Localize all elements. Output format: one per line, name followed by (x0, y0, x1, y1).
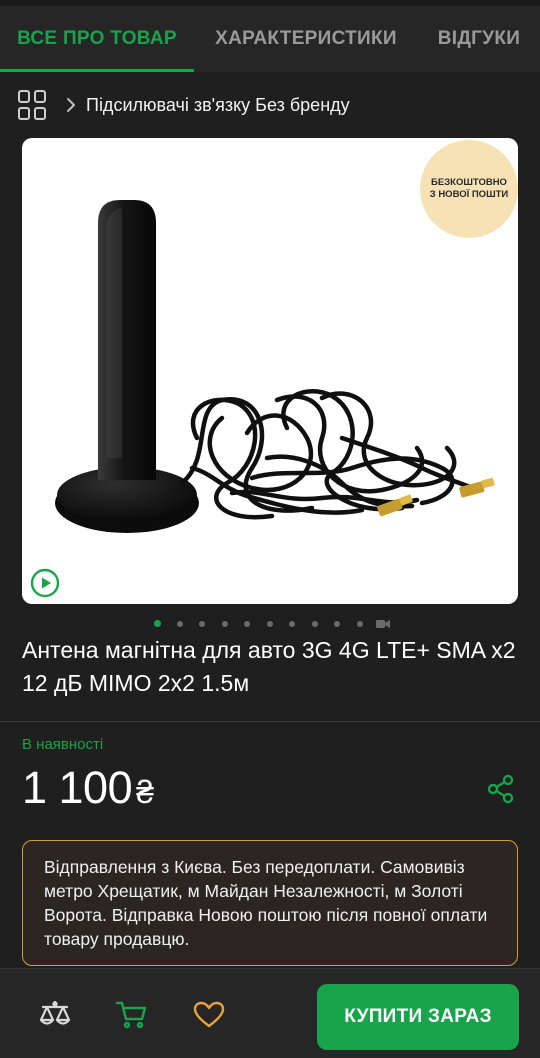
price-currency: ₴ (136, 774, 154, 810)
seller-note: Відправлення з Києва. Без передоплати. С… (22, 840, 518, 966)
carousel-dot[interactable] (221, 621, 228, 627)
breadcrumb: Підсилювачі зв'язку Без бренду (18, 88, 350, 122)
video-camera-icon[interactable] (376, 619, 390, 629)
share-icon[interactable] (486, 774, 516, 804)
carousel-dot[interactable] (266, 621, 273, 627)
tab-all-about-product[interactable]: ВСЕ ПРО ТОВАР (0, 6, 194, 72)
product-price: 1 100 ₴ (22, 762, 154, 814)
play-video-icon[interactable] (30, 568, 60, 598)
divider (0, 721, 540, 722)
breadcrumb-category[interactable]: Підсилювачі зв'язку Без бренду (86, 95, 350, 116)
grid-icon[interactable] (18, 90, 48, 120)
carousel-dot[interactable] (356, 621, 363, 627)
product-tabs: ВСЕ ПРО ТОВАР ХАРАКТЕРИСТИКИ ВІДГУКИ (0, 6, 540, 72)
heart-icon[interactable] (192, 999, 226, 1031)
carousel-dot[interactable] (334, 621, 340, 627)
product-title: Антена магнітна для авто 3G 4G LTE+ SMA … (22, 637, 516, 696)
price-value: 1 100 (22, 762, 133, 813)
compare-icon[interactable] (38, 999, 72, 1031)
carousel-dot[interactable] (289, 621, 295, 627)
tab-reviews[interactable]: ВІДГУКИ (418, 6, 540, 72)
product-photo[interactable]: БЕЗКОШТОВНО З НОВОЇ ПОШТИ (22, 138, 518, 604)
carousel-dot[interactable] (199, 621, 205, 627)
tab-characteristics[interactable]: ХАРАКТЕРИСТИКИ (194, 6, 418, 72)
buy-now-button[interactable]: КУПИТИ ЗАРАЗ (317, 984, 519, 1050)
carousel-dot[interactable] (176, 621, 183, 627)
promo-line-2: З НОВОЇ ПОШТИ (429, 189, 509, 200)
cart-icon[interactable] (114, 999, 148, 1031)
carousel-dot[interactable] (154, 620, 161, 627)
stock-status: В наявності (22, 736, 104, 753)
bottom-action-bar: КУПИТИ ЗАРАЗ (0, 968, 540, 1058)
free-delivery-badge: БЕЗКОШТОВНО З НОВОЇ ПОШТИ (420, 140, 518, 238)
carousel-dot[interactable] (244, 621, 250, 627)
image-carousel-dots (0, 618, 540, 630)
carousel-dot[interactable] (311, 621, 318, 627)
chevron-right-icon (67, 98, 75, 112)
promo-line-1: БЕЗКОШТОВНО (431, 177, 507, 188)
